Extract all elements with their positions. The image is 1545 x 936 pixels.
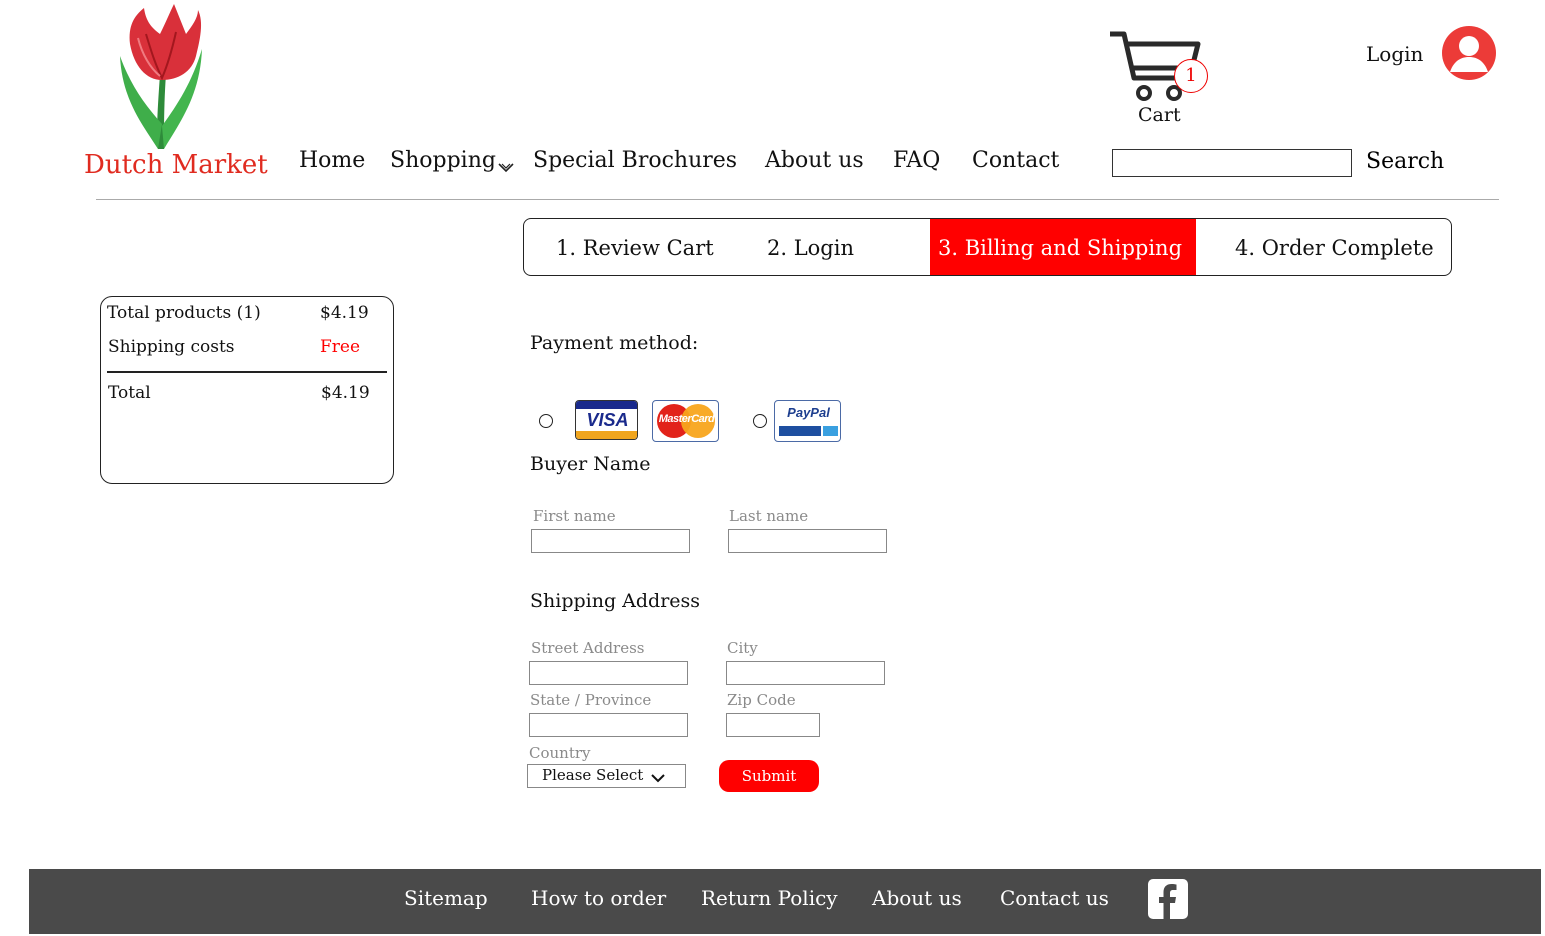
country-select[interactable]: Please Select	[527, 764, 686, 788]
city-input[interactable]	[726, 661, 885, 685]
footer-link-contact-us[interactable]: Contact us	[1000, 886, 1109, 910]
visa-card-icon: VISA	[575, 400, 638, 440]
chevron-down-icon	[650, 770, 666, 788]
logo[interactable]	[112, 4, 212, 150]
search-button[interactable]: Search	[1366, 149, 1444, 174]
first-name-input[interactable]	[531, 529, 690, 553]
cart-label[interactable]: Cart	[1138, 104, 1181, 126]
cart-count-badge: 1	[1174, 59, 1208, 93]
total-value: $4.19	[321, 383, 370, 403]
nav-home[interactable]: Home	[299, 148, 365, 173]
brand-name[interactable]: Dutch Market	[84, 150, 268, 180]
login-link[interactable]: Login	[1366, 42, 1423, 66]
payment-paypal-radio[interactable]	[753, 414, 767, 428]
payment-method-title: Payment method:	[530, 332, 699, 354]
state-province-input[interactable]	[529, 713, 688, 737]
nav-about-us[interactable]: About us	[765, 148, 864, 173]
order-summary: Total products (1) $4.19 Shipping costs …	[100, 296, 394, 484]
shipping-address-title: Shipping Address	[530, 590, 701, 612]
street-address-label: Street Address	[531, 639, 645, 657]
total-products-label: Total products (1)	[107, 303, 261, 323]
step-order-complete[interactable]: 4. Order Complete	[1235, 219, 1434, 275]
user-avatar-icon[interactable]	[1442, 26, 1496, 80]
last-name-input[interactable]	[728, 529, 887, 553]
street-address-input[interactable]	[529, 661, 688, 685]
shipping-costs-value: Free	[320, 337, 361, 357]
paypal-icon: PayPal	[774, 400, 841, 442]
tulip-icon	[120, 4, 202, 149]
step-login[interactable]: 2. Login	[767, 219, 854, 275]
country-label: Country	[529, 744, 591, 762]
footer-link-sitemap[interactable]: Sitemap	[404, 886, 488, 910]
state-province-label: State / Province	[530, 691, 652, 709]
total-label: Total	[108, 383, 151, 403]
submit-button[interactable]: Submit	[719, 760, 819, 792]
buyer-name-title: Buyer Name	[530, 453, 651, 475]
country-select-value: Please Select	[542, 766, 644, 784]
city-label: City	[727, 639, 758, 657]
mastercard-icon: MasterCard	[652, 400, 719, 442]
footer-link-return-policy[interactable]: Return Policy	[701, 886, 838, 910]
header-divider	[96, 199, 1499, 200]
payment-card-radio[interactable]	[539, 414, 553, 428]
footer-link-how-to-order[interactable]: How to order	[531, 886, 666, 910]
step-review-cart[interactable]: 1. Review Cart	[556, 219, 714, 275]
nav-contact[interactable]: Contact	[972, 148, 1059, 173]
total-products-value: $4.19	[320, 303, 369, 323]
nav-faq[interactable]: FAQ	[893, 148, 940, 173]
nav-shopping[interactable]: Shopping	[390, 148, 496, 173]
zip-code-label: Zip Code	[727, 691, 796, 709]
checkout-steps: 1. Review Cart 2. Login 3. Billing and S…	[523, 218, 1452, 276]
nav-special-brochures[interactable]: Special Brochures	[533, 148, 737, 173]
zip-code-input[interactable]	[726, 713, 820, 737]
step-billing-shipping[interactable]: 3. Billing and Shipping	[930, 219, 1196, 275]
summary-divider	[107, 371, 387, 373]
shipping-costs-label: Shipping costs	[108, 337, 235, 357]
chevron-down-icon[interactable]	[497, 158, 515, 177]
search-input[interactable]	[1112, 149, 1352, 177]
first-name-label: First name	[533, 507, 616, 525]
footer-link-about-us[interactable]: About us	[872, 886, 962, 910]
facebook-icon[interactable]	[1148, 879, 1188, 919]
last-name-label: Last name	[729, 507, 809, 525]
